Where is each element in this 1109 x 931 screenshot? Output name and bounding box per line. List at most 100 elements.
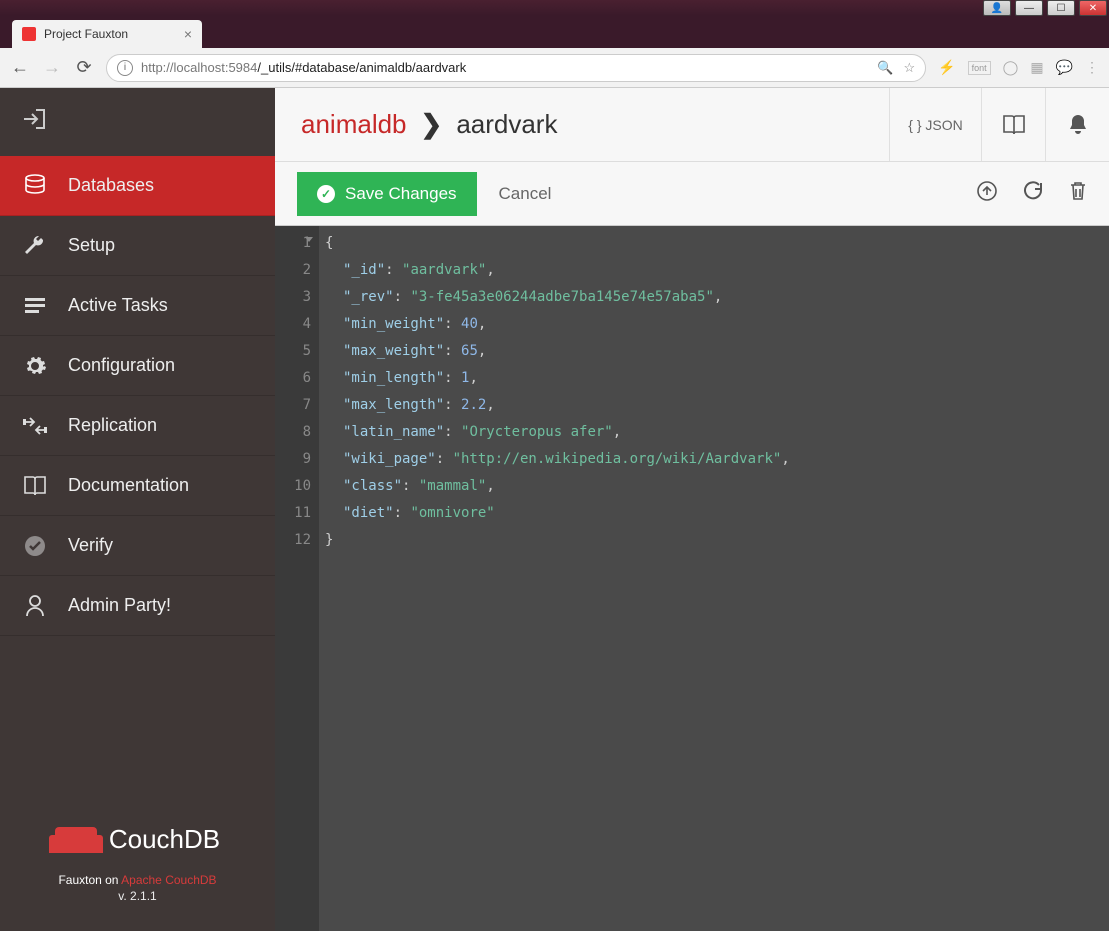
ext-grid-icon[interactable]: ▦ <box>1030 59 1043 76</box>
db-icon <box>22 174 48 198</box>
sidebar-item-label: Admin Party! <box>68 595 171 616</box>
clone-document-button[interactable] <box>1023 181 1043 207</box>
main-panel: animaldb ❯ aardvark { } JSON ✓ Save Chan… <box>275 88 1109 931</box>
sidebar-footer: CouchDB Fauxton on Apache CouchDB v. 2.1… <box>0 800 275 931</box>
sidebar-item-documentation[interactable]: Documentation <box>0 456 275 516</box>
gear-icon <box>22 354 48 378</box>
sidebar: Databases Setup Active Tasks Configuration R… <box>0 88 275 931</box>
browser-toolbar: ← → ⟳ i http:// localhost :5984 /_utils/… <box>0 48 1109 88</box>
code-line: "_rev": "3-fe45a3e06244adbe7ba145e74e57a… <box>325 284 1109 311</box>
line-number: 5 <box>275 338 311 365</box>
ext-chat-icon[interactable]: 💬 <box>1056 59 1073 76</box>
line-number: 3 <box>275 284 311 311</box>
footer-link[interactable]: Apache CouchDB <box>121 873 216 887</box>
editor-content[interactable]: {"_id": "aardvark","_rev": "3-fe45a3e062… <box>319 226 1109 931</box>
os-minimize-button[interactable]: — <box>1015 0 1043 16</box>
tasks-icon <box>22 296 48 316</box>
upload-attachment-button[interactable] <box>977 181 997 207</box>
sidebar-item-label: Active Tasks <box>68 295 168 316</box>
login-icon[interactable] <box>22 108 48 136</box>
code-line: "max_weight": 65, <box>325 338 1109 365</box>
site-info-icon[interactable]: i <box>117 60 133 76</box>
check-icon <box>22 535 48 557</box>
repl-icon <box>22 416 48 436</box>
line-number: 6 <box>275 365 311 392</box>
url-path: /_utils/#database/animaldb/aardvark <box>257 60 466 75</box>
breadcrumb-document: aardvark <box>456 109 557 140</box>
breadcrumb: animaldb ❯ aardvark <box>275 109 557 140</box>
breadcrumb-database[interactable]: animaldb <box>301 109 407 140</box>
code-line: { <box>325 230 1109 257</box>
sidebar-item-label: Databases <box>68 175 154 196</box>
line-number: 10 <box>275 473 311 500</box>
os-titlebar: 👤 — ☐ ✕ <box>0 0 1109 16</box>
sidebar-item-label: Replication <box>68 415 157 436</box>
delete-document-button[interactable] <box>1069 181 1087 207</box>
nav-reload-icon[interactable]: ⟳ <box>74 57 94 78</box>
code-line: "min_weight": 40, <box>325 311 1109 338</box>
code-line: "diet": "omnivore" <box>325 500 1109 527</box>
ext-font-icon[interactable]: font <box>968 61 991 75</box>
json-label: { } JSON <box>908 117 962 133</box>
code-line: "wiki_page": "http://en.wikipedia.org/wi… <box>325 446 1109 473</box>
header: animaldb ❯ aardvark { } JSON <box>275 88 1109 162</box>
cancel-button[interactable]: Cancel <box>499 184 552 204</box>
save-button[interactable]: ✓ Save Changes <box>297 172 477 216</box>
address-bar[interactable]: i http:// localhost :5984 /_utils/#datab… <box>106 54 926 82</box>
save-label: Save Changes <box>345 184 457 204</box>
wrench-icon <box>22 234 48 258</box>
sidebar-item-label: Configuration <box>68 355 175 376</box>
couchdb-logo[interactable]: CouchDB <box>18 824 257 855</box>
app-root: Databases Setup Active Tasks Configuration R… <box>0 88 1109 931</box>
sidebar-item-replication[interactable]: Replication <box>0 396 275 456</box>
sidebar-item-admin-party-[interactable]: Admin Party! <box>0 576 275 636</box>
os-maximize-button[interactable]: ☐ <box>1047 0 1075 16</box>
line-number: 4 <box>275 311 311 338</box>
os-user-button[interactable]: 👤 <box>983 0 1011 16</box>
browser-tab-strip: Project Fauxton × <box>0 16 1109 48</box>
footer-prefix: Fauxton on <box>58 873 121 887</box>
os-close-button[interactable]: ✕ <box>1079 0 1107 16</box>
code-line: } <box>325 527 1109 554</box>
zoom-icon[interactable]: 🔍 <box>877 60 893 76</box>
url-scheme: http:// <box>141 60 174 75</box>
sidebar-item-verify[interactable]: Verify <box>0 516 275 576</box>
ext-bolt-icon[interactable]: ⚡ <box>938 59 955 76</box>
logo-text: CouchDB <box>109 824 220 855</box>
line-number: 11 <box>275 500 311 527</box>
fold-icon[interactable] <box>305 237 313 242</box>
footer-line: Fauxton on Apache CouchDB <box>18 873 257 887</box>
ext-circle-icon[interactable]: ◯ <box>1003 59 1019 76</box>
tab-close-icon[interactable]: × <box>184 26 192 42</box>
code-line: "latin_name": "Orycteropus afer", <box>325 419 1109 446</box>
sidebar-item-setup[interactable]: Setup <box>0 216 275 276</box>
browser-menu-icon[interactable]: ⋮ <box>1085 59 1099 76</box>
line-number: 7 <box>275 392 311 419</box>
url-port: :5984 <box>225 60 258 75</box>
browser-tab[interactable]: Project Fauxton × <box>12 20 202 48</box>
code-line: "class": "mammal", <box>325 473 1109 500</box>
sidebar-item-active-tasks[interactable]: Active Tasks <box>0 276 275 336</box>
code-line: "min_length": 1, <box>325 365 1109 392</box>
couch-icon <box>55 827 97 853</box>
footer-version: v. 2.1.1 <box>18 889 257 903</box>
check-icon: ✓ <box>317 185 335 203</box>
extension-icons: ⚡ font ◯ ▦ 💬 ⋮ <box>938 59 1099 76</box>
line-number: 8 <box>275 419 311 446</box>
url-host: localhost <box>174 60 225 75</box>
favicon-icon <box>22 27 36 41</box>
notifications-button[interactable] <box>1045 88 1109 161</box>
editor-toolbar: ✓ Save Changes Cancel <box>275 162 1109 226</box>
book-icon <box>22 475 48 497</box>
tab-title: Project Fauxton <box>44 27 128 41</box>
api-doc-button[interactable] <box>981 88 1045 161</box>
sidebar-item-configuration[interactable]: Configuration <box>0 336 275 396</box>
editor-gutter: 123456789101112 <box>275 226 319 931</box>
code-editor[interactable]: 123456789101112 {"_id": "aardvark","_rev… <box>275 226 1109 931</box>
bookmark-star-icon[interactable]: ☆ <box>904 60 916 76</box>
nav-back-icon[interactable]: ← <box>10 57 30 78</box>
sidebar-item-databases[interactable]: Databases <box>0 156 275 216</box>
sidebar-item-label: Verify <box>68 535 113 556</box>
nav-forward-icon[interactable]: → <box>42 57 62 78</box>
json-toggle-button[interactable]: { } JSON <box>889 88 981 161</box>
